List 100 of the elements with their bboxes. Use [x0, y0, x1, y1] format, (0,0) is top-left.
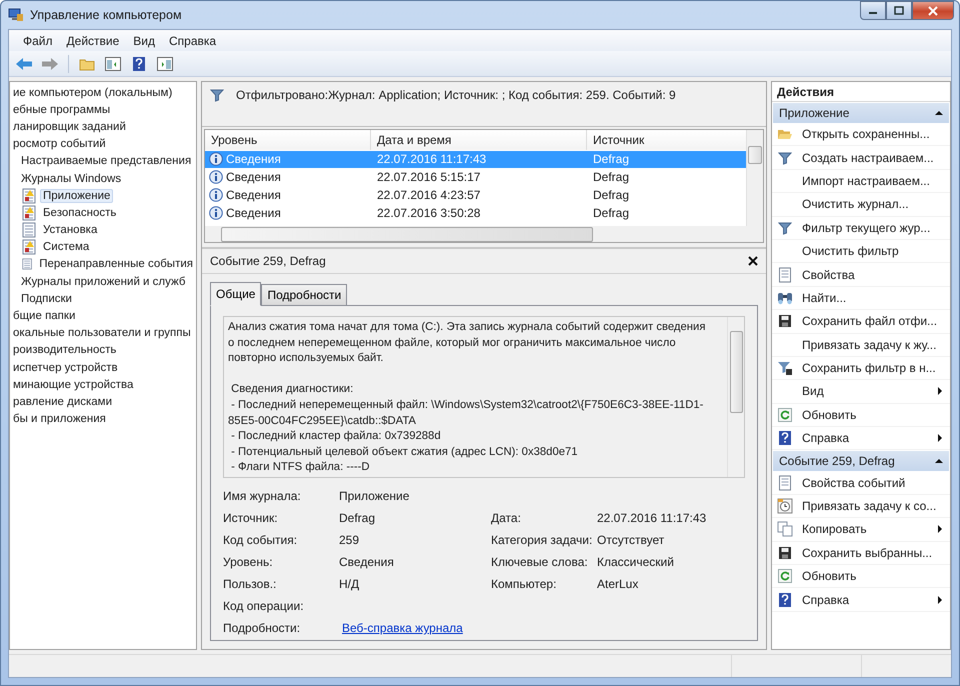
table-cell[interactable]: Сведения — [205, 204, 371, 222]
tree-item[interactable]: Безопасность — [40, 206, 120, 220]
maximize-icon — [894, 6, 904, 15]
tree-item[interactable]: Журналы Windows — [18, 172, 124, 186]
table-cell[interactable]: Defrag — [587, 168, 746, 186]
tree-item[interactable]: равление дисками — [10, 394, 116, 409]
table-cell[interactable]: Сведения — [205, 186, 371, 204]
event-title: Событие 259, Defrag — [210, 254, 326, 268]
tree-item[interactable]: ие компьютером (локальным) — [10, 86, 176, 100]
folder-icon — [79, 56, 95, 70]
close-button[interactable] — [748, 256, 758, 266]
section-header[interactable]: Приложение — [773, 103, 949, 123]
field-label: Код события: — [223, 533, 298, 547]
document-icon — [778, 474, 792, 491]
help-icon — [778, 430, 792, 446]
field-label: Компьютер: — [491, 577, 558, 591]
log-icon — [22, 188, 36, 204]
panel-icon — [105, 56, 121, 70]
tree-item[interactable]: Журналы приложений и служб — [18, 274, 188, 289]
binoculars-icon — [777, 290, 793, 305]
info-icon — [209, 170, 223, 184]
tree-item[interactable]: роизводительность — [10, 343, 120, 358]
tree-item[interactable]: окальные пользователи и группы — [10, 326, 194, 340]
tree-item[interactable]: бы и приложения — [10, 412, 109, 426]
help-link[interactable]: Веб-справка журнала — [339, 621, 491, 635]
field-label: Категория задачи: — [491, 533, 594, 547]
minimize-button[interactable] — [860, 1, 886, 20]
panel-icon — [157, 56, 173, 70]
tree-item[interactable]: росмотр событий — [10, 137, 109, 152]
back-arrow-icon — [15, 56, 33, 70]
filter-save-icon — [777, 360, 793, 376]
maximize-button[interactable] — [886, 1, 912, 20]
table-cell[interactable]: Defrag — [587, 186, 746, 204]
open-folder-icon — [777, 127, 793, 142]
field-value: AterLux — [597, 577, 640, 591]
field-label: Подробности: — [223, 621, 302, 635]
vertical-scrollbar[interactable] — [746, 130, 763, 226]
field-value: Приложение — [339, 489, 410, 503]
vertical-scrollbar[interactable] — [727, 317, 744, 477]
tree-item[interactable]: бщие папки — [10, 309, 78, 324]
close-icon — [748, 256, 758, 266]
window-title: Управление компьютером — [30, 8, 182, 22]
computer-management-icon — [8, 7, 24, 23]
submenu-arrow-icon — [936, 596, 944, 604]
field-value: 22.07.2016 11:17:43 — [597, 511, 708, 525]
field-label: Имя журнала: — [223, 489, 302, 503]
log-icon — [22, 204, 36, 221]
tree-item[interactable]: минающие устройства — [10, 378, 136, 392]
close-icon — [928, 6, 938, 16]
tree-item[interactable]: Приложение — [40, 188, 114, 203]
collapse-arrow-icon — [935, 457, 943, 466]
refresh-icon — [778, 408, 792, 422]
forward-arrow-icon — [41, 56, 59, 70]
menu-item[interactable]: Файл — [17, 32, 59, 50]
tree-item[interactable]: ебные программы — [10, 102, 114, 117]
field-value: 259 — [339, 533, 360, 547]
info-icon — [209, 206, 223, 220]
table-cell[interactable]: Сведения — [205, 168, 371, 186]
table-cell[interactable]: 22.07.2016 3:50:28 — [371, 204, 587, 222]
help-icon — [778, 592, 792, 608]
filter-summary: Отфильтровано:Журнал: Application; Источник: ; Код события: 259. Событий: 9 — [236, 88, 676, 102]
field-label: Уровень: — [223, 555, 274, 569]
log-icon — [22, 239, 36, 256]
tree-item[interactable]: Система — [40, 240, 92, 254]
event-message: Анализ сжатия тома начат для тома (C:). Эта запись журнала событий содержит сведения о последнем неперемещенном файле, который мог ограничить максимальное число повторно используемых байт. Сведения диагностики: - Последний неперемещенный файл: \Windows\System32\catroot2\{F750E6C3-38EE-11D1- 85E5-00C04FC295EE}\catdb::$DATA - Последний кластер файла: 0x739288d - Потенциальный целевой объект сжатия (адрес LCN): 0x38d0e71 - Флаги NTFS файла: ----D — [227, 320, 706, 476]
field-value: Отсутствует — [597, 533, 666, 547]
field-label: Дата: — [491, 511, 522, 525]
column-header[interactable]: Дата и время — [371, 130, 587, 150]
submenu-arrow-icon — [936, 434, 944, 442]
tree-item[interactable]: Подписки — [18, 292, 75, 306]
menu-item[interactable]: Вид — [127, 32, 161, 50]
log-icon — [22, 222, 36, 238]
field-value: Сведения — [339, 555, 395, 569]
tree-item[interactable]: Перенаправленные события — [36, 257, 196, 272]
filter-icon — [778, 220, 792, 235]
horizontal-scrollbar[interactable] — [205, 226, 763, 242]
log-icon — [22, 256, 32, 272]
menu-item[interactable]: Действие — [60, 32, 126, 50]
section-header[interactable]: Событие 259, Defrag — [773, 451, 949, 472]
tab[interactable]: Подробности — [261, 284, 348, 306]
field-value: Defrag — [339, 511, 376, 525]
info-icon — [209, 188, 223, 202]
info-icon — [209, 152, 223, 166]
filter-icon — [778, 150, 792, 165]
tree-item[interactable]: Установка — [40, 223, 100, 238]
submenu-arrow-icon — [936, 525, 944, 534]
tab[interactable]: Общие — [210, 282, 262, 306]
field-value: Классический — [597, 555, 675, 569]
field-label: Источник: — [223, 511, 279, 525]
field-label: Пользов.: — [223, 577, 278, 591]
tree-item[interactable]: Настраиваемые представления — [18, 154, 194, 168]
table-cell[interactable]: 22.07.2016 4:23:57 — [371, 186, 587, 204]
actions-header: Действия — [772, 82, 950, 102]
menu-item[interactable]: Справка — [163, 32, 222, 50]
field-value: Н/Д — [339, 577, 360, 591]
column-header[interactable]: Уровень — [205, 130, 371, 150]
tree-item[interactable]: испетчер устройств — [10, 360, 121, 375]
table-cell[interactable]: Defrag — [587, 204, 746, 222]
tree-item[interactable]: ланировщик заданий — [10, 120, 129, 134]
table-cell[interactable]: 22.07.2016 5:15:17 — [371, 168, 587, 186]
